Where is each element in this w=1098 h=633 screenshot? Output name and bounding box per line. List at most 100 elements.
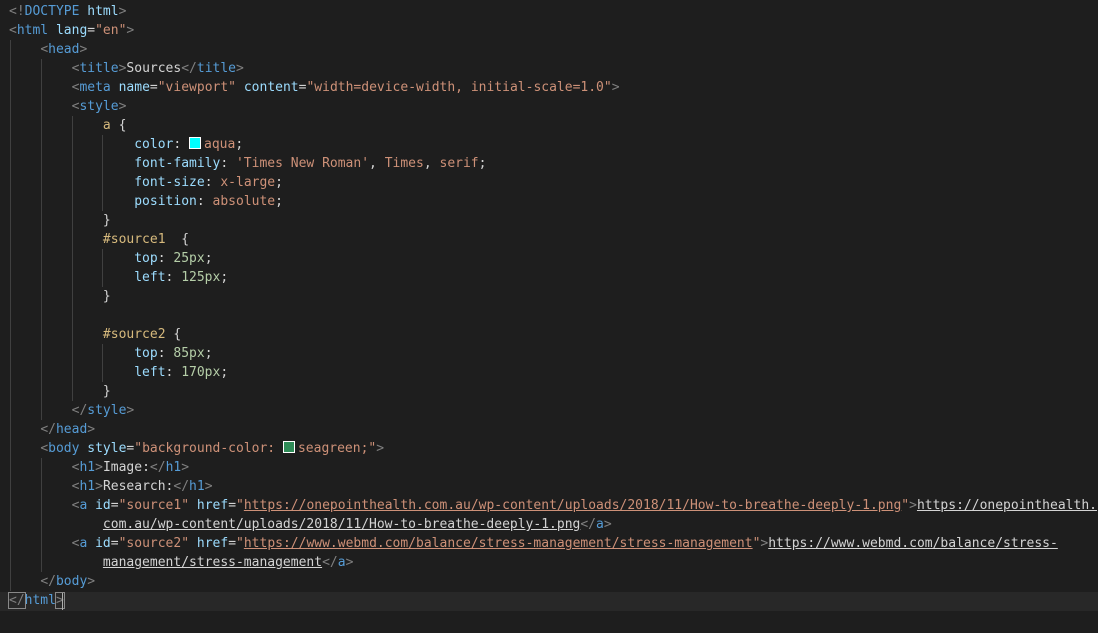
code-line[interactable]: <a id="source2" href="https://www.webmd.… — [9, 534, 1058, 553]
code-token: > — [345, 555, 354, 570]
code-line[interactable]: <h1>Research:</h1> — [9, 477, 213, 496]
code-line[interactable]: #source1 { — [9, 230, 189, 249]
code-line[interactable]: </html> — [8, 591, 65, 610]
code-token: top — [134, 251, 158, 266]
code-line[interactable]: } — [9, 287, 111, 306]
code-token: </ — [173, 479, 190, 494]
code-token: : — [204, 175, 221, 190]
code-token: : — [220, 156, 236, 171]
code-token: < — [9, 23, 17, 38]
code-token: position — [134, 194, 197, 209]
code-token: > — [603, 517, 612, 532]
code-token: < — [40, 441, 49, 456]
code-token: html — [24, 593, 56, 608]
code-line[interactable]: <h1>Image:</h1> — [9, 458, 189, 477]
code-token: 125px — [181, 270, 221, 285]
code-token: } — [9, 289, 111, 304]
code-line[interactable]: top: 85px; — [9, 344, 213, 363]
code-token: meta — [79, 80, 111, 95]
code-line[interactable]: <a id="source1" href="https://onepointhe… — [9, 496, 1097, 515]
code-token: " — [236, 498, 244, 513]
code-token: ; — [220, 365, 229, 380]
color-swatch-icon[interactable] — [282, 441, 295, 453]
code-token: management/stress-management — [102, 555, 323, 570]
code-line[interactable]: com.au/wp-content/uploads/2018/11/How-to… — [9, 515, 612, 534]
code-line[interactable]: <title>Sources</title> — [9, 59, 244, 78]
code-token: = — [228, 536, 237, 551]
code-token: h1 — [189, 479, 205, 494]
code-token: Research: — [102, 479, 174, 494]
code-token: ; — [204, 346, 213, 361]
code-token: </ — [40, 422, 56, 437]
code-token: , — [369, 156, 385, 171]
code-token: = — [228, 498, 237, 513]
code-token: ; — [275, 175, 283, 190]
code-token: " — [901, 498, 910, 513]
code-token: com.au/wp-content/uploads/2018/11/How-to… — [102, 517, 581, 532]
code-token: font-size — [134, 175, 205, 190]
code-line[interactable]: left: 125px; — [9, 268, 228, 287]
code-line[interactable]: </head> — [9, 420, 95, 439]
code-token: href — [196, 536, 229, 551]
code-line[interactable]: top: 25px; — [9, 249, 212, 268]
code-token: "background-color: — [134, 441, 283, 456]
code-token: Times — [384, 156, 424, 171]
code-token: serif — [439, 156, 479, 171]
code-line[interactable]: <meta name="viewport" content="width=dev… — [9, 78, 620, 97]
code-line[interactable]: management/stress-management</a> — [9, 553, 353, 572]
code-line[interactable]: } — [9, 382, 111, 401]
code-line[interactable]: left: 170px; — [9, 363, 228, 382]
code-token: x-large — [220, 175, 276, 190]
code-editor[interactable]: <!DOCTYPE html> <html lang="en"> <head> <… — [0, 0, 1098, 633]
color-swatch-icon[interactable] — [189, 137, 202, 149]
code-line[interactable]: <head> — [9, 40, 87, 59]
code-token: > — [95, 460, 103, 475]
code-token: style — [79, 99, 119, 114]
code-token: Sources — [126, 61, 182, 76]
code-token: > — [909, 498, 917, 513]
code-token: : — [196, 194, 213, 209]
code-line[interactable]: position: absolute; — [9, 192, 283, 211]
code-token: : — [165, 270, 182, 285]
code-token: title — [79, 61, 119, 76]
code-line[interactable]: <body style="background-color: seagreen;… — [9, 439, 384, 458]
code-line[interactable]: <html lang="en"> — [9, 21, 134, 40]
code-token: #source1 — [102, 232, 166, 247]
code-line[interactable]: a { — [9, 116, 126, 135]
code-token: "width=device-width, initial-scale=1.0" — [306, 80, 612, 95]
code-line[interactable]: color: aqua; — [9, 135, 243, 154]
code-token: > — [87, 422, 96, 437]
code-token: : — [157, 346, 174, 361]
code-line[interactable]: <style> — [9, 97, 127, 116]
code-line[interactable]: font-size: x-large; — [9, 173, 283, 192]
code-token: = — [149, 80, 158, 95]
code-token: { — [110, 118, 127, 133]
code-line[interactable]: <!DOCTYPE html> — [9, 2, 126, 21]
code-token: > — [126, 403, 135, 418]
code-token: https://onepointhealth.com.au/wp-content… — [243, 498, 902, 513]
code-token: ; — [220, 270, 229, 285]
code-token: #source2 — [102, 327, 166, 342]
code-line[interactable]: </body> — [9, 572, 95, 591]
code-line[interactable]: } — [9, 211, 111, 230]
code-token: } — [9, 384, 111, 399]
code-token: h1 — [165, 460, 182, 475]
code-line[interactable]: font-family: 'Times New Roman', Times, s… — [9, 154, 486, 173]
code-token: id — [95, 498, 111, 513]
code-line[interactable]: </style> — [9, 401, 135, 420]
code-line[interactable]: #source2 { — [9, 325, 181, 344]
code-token: > — [95, 479, 103, 494]
